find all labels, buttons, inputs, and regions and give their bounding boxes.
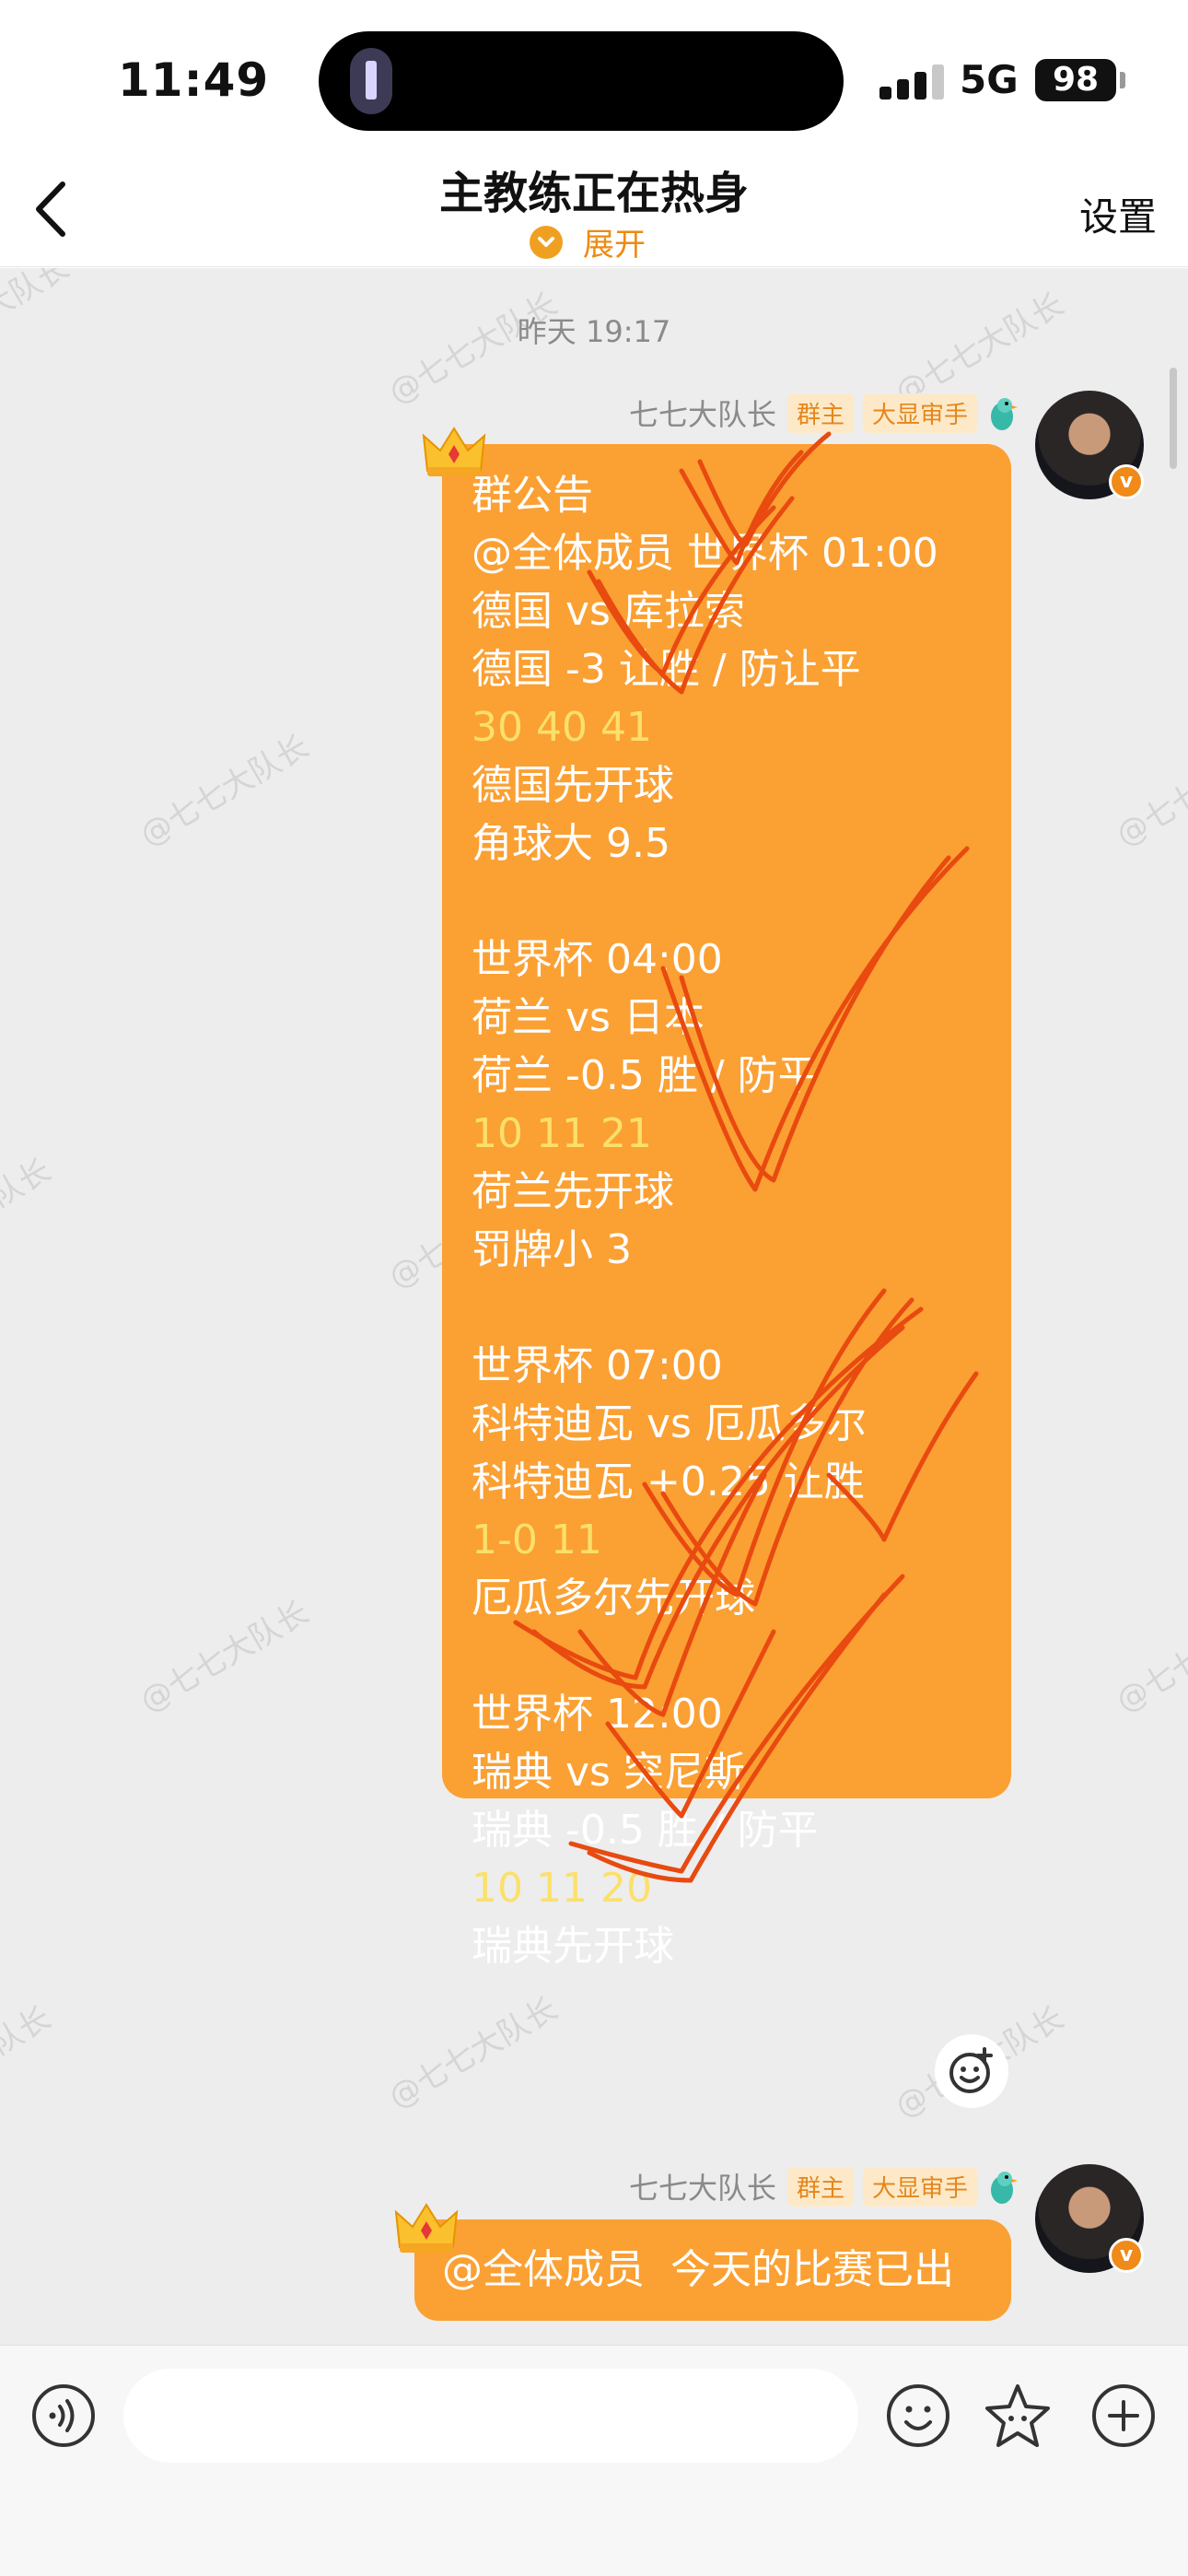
member-title-badge: 大显审手 [862,2166,977,2207]
watermark: @七七大队长 [134,728,316,854]
announcement-line: @全体成员 世界杯 01:00 [472,530,938,577]
battery-tip [1120,72,1125,88]
bird-icon [991,398,1018,430]
watermark: @七七大队长 [0,1152,58,1278]
announcement-line: 荷兰 vs 日本 [472,994,705,1041]
announcement-blank-line [472,1279,982,1337]
verified-icon: v [1109,2238,1144,2273]
announcement-line: 10 11 20 [472,1865,652,1912]
status-time: 11:49 [118,53,270,107]
plus-icon[interactable] [1089,2382,1158,2450]
announcement-line: 德国先开球 [472,762,674,809]
scroll-indicator[interactable] [1170,368,1177,469]
settings-button[interactable]: 设置 [1079,186,1157,242]
announcement-line: 荷兰 -0.5 胜 / 防平 [472,1052,819,1099]
announcement-line: 世界杯 12:00 [472,1691,723,1738]
watermark: @七七大队长 [0,1999,58,2125]
flashlight-icon [350,48,392,114]
announcement-line: 30 40 41 [472,704,652,751]
battery-icon: 98 [1035,59,1116,101]
announcement-line: 角球大 9.5 [472,820,670,867]
crown-icon [422,427,486,476]
dynamic-island [319,31,844,131]
announcement-line: 10 11 21 [472,1110,652,1157]
sender-avatar[interactable]: v [1035,391,1144,499]
chat-header: 主教练正在热身 展开 设置 [0,157,1188,267]
announcement-line: 世界杯 07:00 [472,1342,723,1389]
watermark: @七七大队长 [134,1594,316,1720]
announcement-line: 罚牌小 3 [472,1226,632,1273]
sender-avatar[interactable]: v [1035,2164,1144,2273]
add-emoji-icon [949,2047,993,2093]
expand-label: 展开 [583,227,646,263]
announcement-line: 瑞典先开球 [472,1923,674,1970]
sender-name: 七七大队长 [628,2171,776,2206]
input-bar [0,2345,1188,2576]
message-bubble[interactable]: @全体成员 今天的比赛已出 [414,2219,1011,2321]
add-reaction-button[interactable] [935,2034,1008,2108]
chat-area[interactable]: @七七大队长 @七七大队长 @七七大队长 @七七大队长 @七七大队长 @七七大队… [0,268,1188,2345]
announcement-line: 瑞典 vs 突尼斯 [472,1749,745,1796]
watermark: @七七大队长 [1110,728,1188,854]
verified-icon: v [1109,464,1144,499]
member-title-badge: 大显审手 [862,392,977,433]
chevron-down-icon [530,225,563,259]
announcement-blank-line [472,872,982,931]
announcement-line: 荷兰先开球 [472,1168,674,1215]
announcement-line: 科特迪瓦 vs 厄瓜多尔 [472,1400,867,1447]
group-owner-badge: 群主 [786,2166,854,2207]
message-input[interactable] [123,2369,858,2463]
group-owner-badge: 群主 [786,392,854,433]
sender-name: 七七大队长 [628,397,776,432]
expand-button[interactable]: 展开 [530,219,646,264]
watermark: @七七大队长 [382,1990,565,2116]
message-text: @全体成员 今天的比赛已出 [442,2246,954,2293]
message-sender-row: 七七大队长 群主 大显审手 [629,392,1018,434]
voice-icon[interactable] [29,2382,98,2450]
message-timestamp: 昨天 19:17 [517,314,671,349]
announcement-line: 群公告 [472,472,593,519]
star-sticker-icon[interactable] [984,2382,1052,2450]
announcement-line: 瑞典 -0.5 胜 / 防平 [472,1807,819,1854]
announcement-bubble[interactable]: 群公告 @全体成员 世界杯 01:00 德国 vs 库拉索德国 -3 让胜 / 防让… [442,444,1011,1970]
network-type: 5G [960,57,1019,102]
announcement-blank-line [472,1627,982,1685]
announcement-line: 科特迪瓦 +0.25 让胜 [472,1458,865,1505]
bird-icon [991,2172,1018,2204]
announcement-line: 厄瓜多尔先开球 [472,1575,755,1622]
cellular-signal-icon [879,63,944,100]
announcement-line: 德国 vs 库拉索 [472,588,745,635]
announcement-line: 德国 -3 让胜 / 防让平 [472,646,861,693]
announcement-line: 世界杯 04:00 [472,936,723,983]
message-sender-row: 七七大队长 群主 大显审手 [629,2165,1018,2207]
status-bar: 11:49 5G 98 [0,0,1188,157]
emoji-icon[interactable] [884,2382,952,2450]
crown-icon [394,2203,459,2253]
watermark: @七七大队长 [1110,1594,1188,1720]
chat-title: 主教练正在热身 [438,168,749,219]
announcement-line: 1-0 11 [472,1516,602,1563]
announcement-lines: 群公告 @全体成员 世界杯 01:00 德国 vs 库拉索德国 -3 让胜 / 防让… [472,466,982,1975]
